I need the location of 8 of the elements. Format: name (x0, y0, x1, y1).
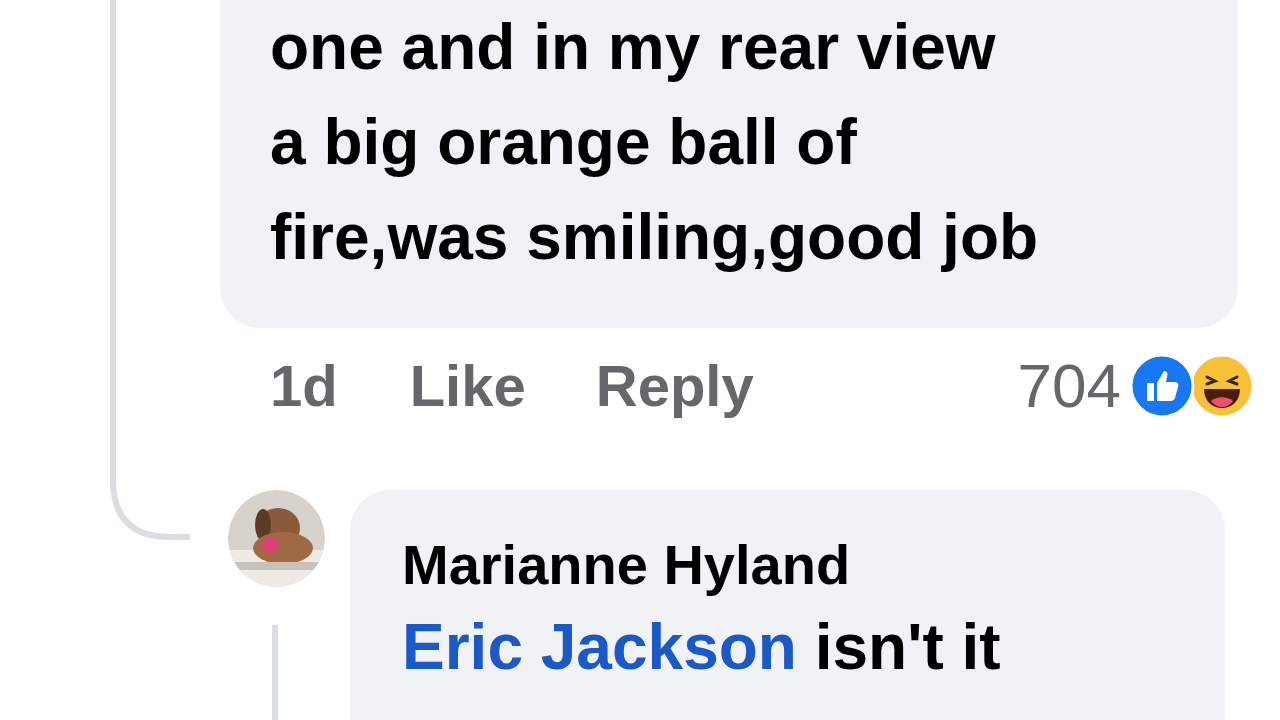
reply-text: Eric Jackson isn't it (402, 610, 1001, 685)
reply-author: Marianne Hyland (402, 532, 851, 598)
comment-text: one and in my rear view a big orange ball of fire,was smiling,good job (270, 10, 1039, 275)
mention-link[interactable]: Eric Jackson (402, 611, 797, 683)
comment-action-link[interactable]: Reply (595, 342, 754, 429)
comment-action-link[interactable]: Like (409, 342, 526, 429)
comment-time: 1d (270, 352, 338, 420)
reaction-count: 704 (1017, 350, 1121, 422)
